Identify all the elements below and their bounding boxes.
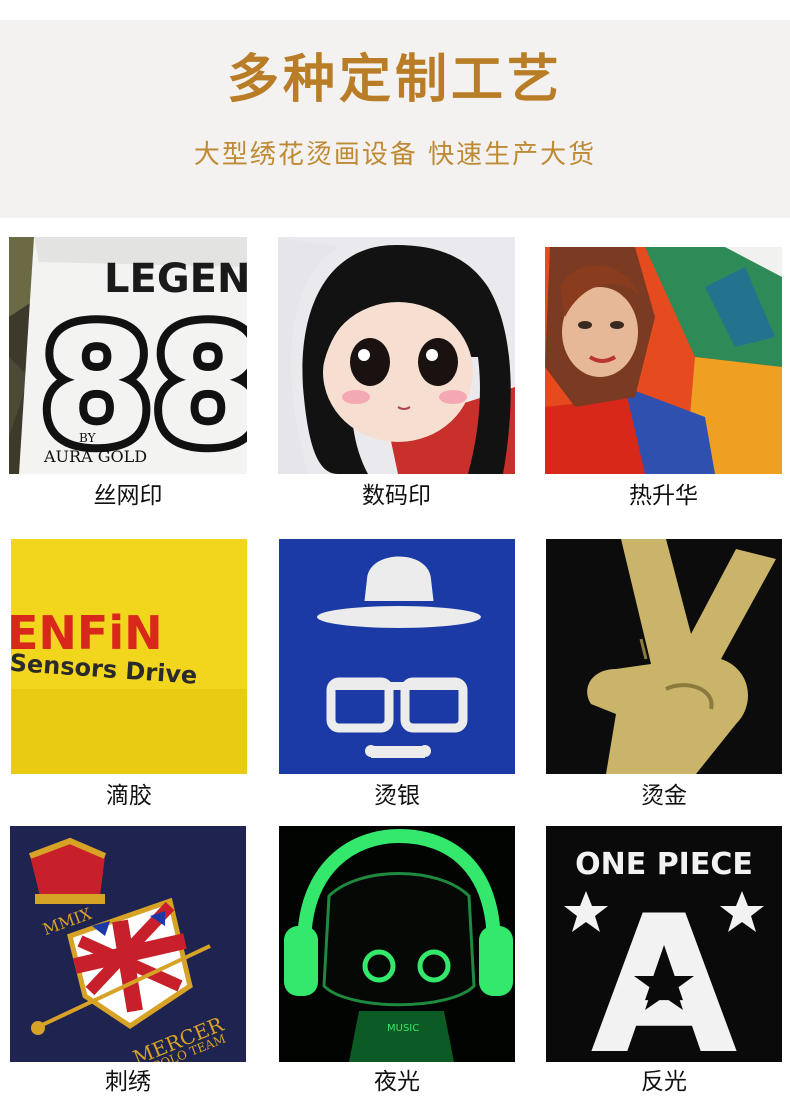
reflective-image: ONE PIECE A: [546, 826, 782, 1062]
glue-drip-image: ENFiN Sensors Drive: [11, 539, 247, 774]
glow-in-dark-image: MUSIC: [279, 826, 515, 1062]
label-silver-foil: 烫银: [374, 783, 420, 809]
page-subtitle: 大型绣花烫画设备 快速生产大货: [193, 140, 597, 170]
label-sublimation: 热升华: [629, 483, 698, 509]
gold-foil-image: [546, 539, 782, 774]
page-title: 多种定制工艺: [226, 50, 563, 110]
top-band: [0, 0, 790, 20]
embroidery-image: MMIX MERCER EL POLO TEAM: [10, 826, 246, 1062]
digital-print-image: [278, 237, 515, 474]
label-glue-drip: 滴胶: [106, 783, 152, 809]
label-screen-print: 丝网印: [93, 483, 163, 509]
music-text: MUSIC: [387, 1023, 419, 1034]
label-digital-print: 数码印: [362, 483, 431, 509]
silver-foil-image: [279, 539, 515, 774]
by-text: BY: [79, 431, 97, 445]
label-glow-in-dark: 夜光: [374, 1069, 420, 1095]
label-embroidery: 刺绣: [105, 1069, 151, 1095]
screen-print-image: LEGEND 88 88 BY AURA GOLD: [9, 237, 247, 474]
label-gold-foil: 烫金: [641, 783, 687, 809]
label-reflective: 反光: [641, 1069, 687, 1095]
aura-gold-text: AURA GOLD: [43, 447, 147, 466]
sublimation-image: [545, 247, 782, 474]
